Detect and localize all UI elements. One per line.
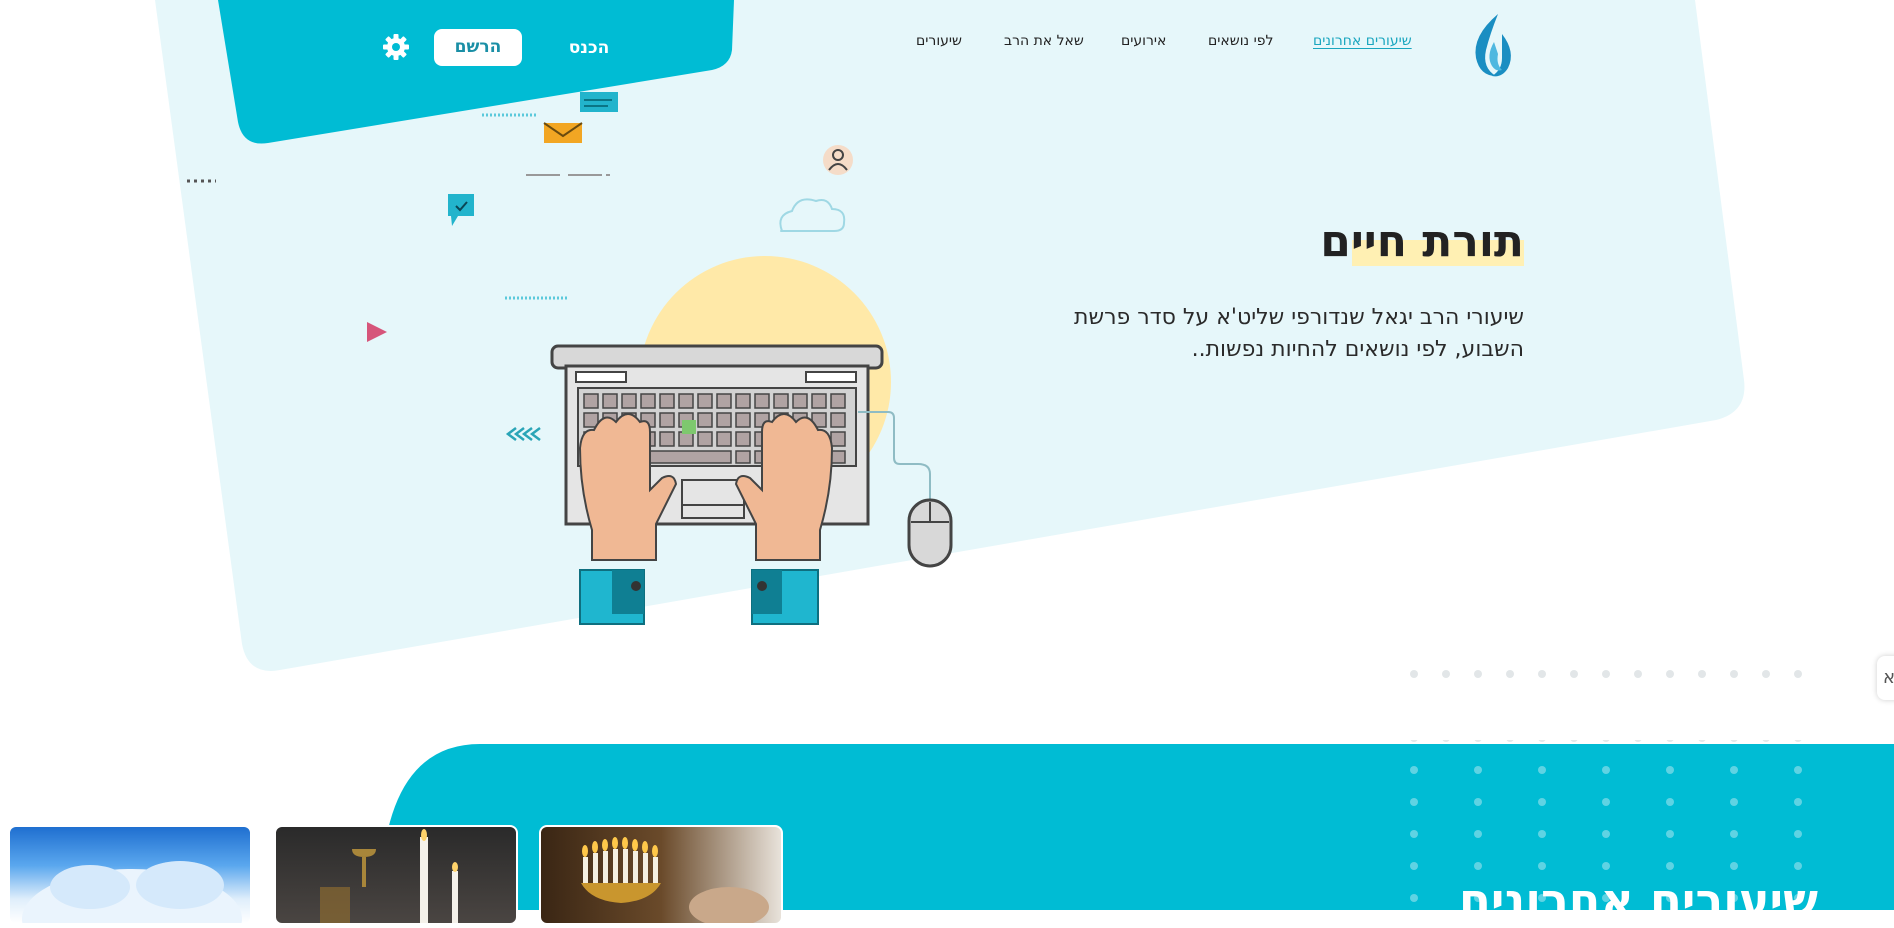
hero-title: תורת חיים — [1320, 216, 1524, 267]
lesson-card-sky[interactable] — [8, 825, 252, 925]
nav-ask-the-rabbi[interactable]: שאל את הרב — [1004, 33, 1084, 49]
kiddush-image — [320, 829, 458, 923]
nav-events[interactable]: אירועים — [1121, 33, 1166, 49]
nav-lessons[interactable]: שיעורים — [916, 33, 962, 49]
login-button[interactable]: הכנס — [556, 33, 622, 63]
chat-bubble-icon — [580, 92, 618, 112]
sky-image — [22, 861, 242, 923]
recent-lessons-title: שיעורים אחרונים — [1458, 873, 1818, 927]
hero-illustration — [187, 92, 1802, 678]
play-triangle-icon — [367, 322, 387, 342]
hero-subtitle: שיעורי הרב יגאל שנדורפי שליט'א על סדר פר… — [1074, 305, 1524, 362]
site-logo[interactable] — [1468, 12, 1520, 78]
chevrons-icon — [505, 427, 541, 441]
accessibility-side-tab[interactable]: א — [1877, 656, 1894, 700]
cloud-icon — [779, 198, 846, 232]
nav-recent-lessons[interactable]: שיעורים אחרונים — [1313, 33, 1412, 49]
lesson-card-kiddush[interactable] — [274, 825, 518, 925]
lesson-card-menorah[interactable] — [539, 825, 783, 925]
menorah-image — [581, 837, 769, 923]
register-button[interactable]: הרשם — [434, 29, 522, 66]
dot-grid-decoration — [1410, 670, 1802, 678]
nav-by-topics[interactable]: לפי נושאים — [1208, 33, 1273, 49]
gear-icon[interactable] — [382, 33, 410, 61]
